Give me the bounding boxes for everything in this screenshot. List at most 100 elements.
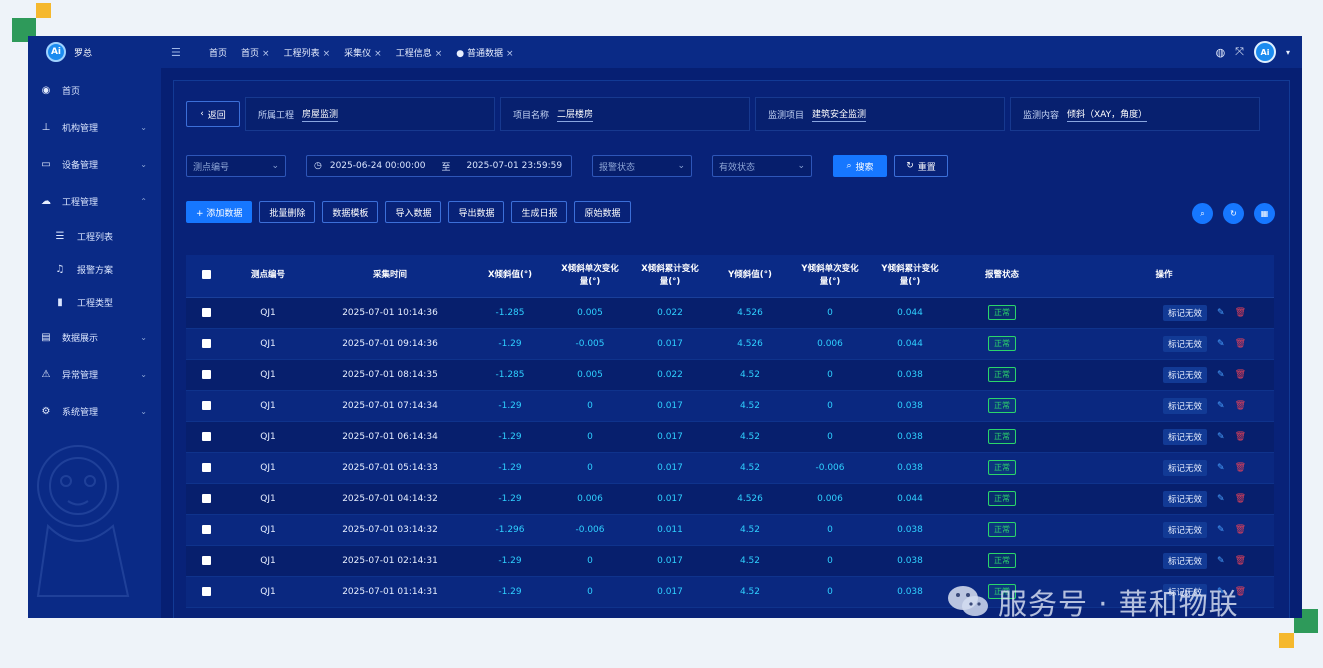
sidebar-item-org[interactable]: ⊥ 机构管理 ⌄ (28, 109, 161, 146)
edit-icon[interactable]: ✎ (1217, 370, 1225, 380)
sidebar-subitem-project-type[interactable]: ▮ 工程类型 (28, 286, 161, 319)
tab-normal-data[interactable]: ● 普通数据 × (456, 46, 513, 59)
warning-icon: ⚠ (41, 369, 51, 380)
close-icon[interactable]: × (435, 49, 443, 59)
cell-y-single: 0 (790, 297, 870, 329)
cell-time: 2025-07-01 09:14:36 (310, 328, 470, 360)
mark-invalid-button[interactable]: 标记无效 (1163, 552, 1208, 569)
cell-y-single: 0 (790, 576, 870, 608)
edit-icon[interactable]: ✎ (1217, 339, 1225, 349)
row-checkbox[interactable] (201, 586, 211, 596)
edit-icon[interactable]: ✎ (1217, 432, 1225, 442)
list-icon: ☰ (55, 231, 65, 242)
end-date[interactable]: 2025-07-01 23:59:59 (466, 161, 562, 171)
delete-icon[interactable]: 🗑 (1235, 556, 1246, 566)
cell-y-single: -0.006 (790, 452, 870, 484)
delete-icon[interactable]: 🗑 (1235, 463, 1246, 473)
add-data-button[interactable]: + 添加数据 (186, 201, 253, 223)
close-icon[interactable]: × (323, 49, 331, 59)
tab-home-2[interactable]: 首页 × (241, 46, 270, 59)
mark-invalid-button[interactable]: 标记无效 (1163, 304, 1208, 321)
info-key: 所属工程 (258, 110, 295, 121)
mark-invalid-button[interactable]: 标记无效 (1163, 521, 1208, 538)
edit-icon[interactable]: ✎ (1217, 463, 1225, 473)
cell-x-total: 0.017 (630, 483, 710, 515)
edit-icon[interactable]: ✎ (1217, 401, 1225, 411)
row-checkbox[interactable] (201, 307, 211, 317)
sidebar-item-exception[interactable]: ⚠ 异常管理 ⌄ (28, 356, 161, 393)
mark-invalid-button[interactable]: 标记无效 (1163, 428, 1208, 445)
back-button[interactable]: ‹ 返回 (186, 101, 240, 127)
watermark-text: 服务号 · 華和物联 (998, 587, 1239, 618)
sidebar-item-data-display[interactable]: ▤ 数据展示 ⌄ (28, 319, 161, 356)
batch-delete-button[interactable]: 批量删除 (259, 201, 316, 223)
sidebar-item-project[interactable]: ☁ 工程管理 ⌃ (28, 183, 161, 220)
sidebar-item-system[interactable]: ⚙ 系统管理 ⌄ (28, 393, 161, 430)
mark-invalid-button[interactable]: 标记无效 (1163, 366, 1208, 383)
edit-icon[interactable]: ✎ (1217, 525, 1225, 535)
tab-project-info[interactable]: 工程信息 × (396, 46, 443, 59)
sidebar-subitem-project-list[interactable]: ☰ 工程列表 (28, 220, 161, 253)
cell-x-total: 0.017 (630, 545, 710, 577)
select-all-checkbox[interactable] (201, 270, 211, 280)
edit-icon[interactable]: ✎ (1217, 494, 1225, 504)
close-icon[interactable]: × (506, 49, 514, 59)
data-template-button[interactable]: 数据模板 (322, 201, 379, 223)
search-button[interactable]: ⌕ 搜索 (833, 155, 887, 177)
alarm-status-select[interactable]: 报警状态 ⌄ (592, 155, 692, 177)
raw-data-button[interactable]: 原始数据 (574, 201, 631, 223)
delete-icon[interactable]: 🗑 (1235, 308, 1246, 318)
delete-icon[interactable]: 🗑 (1235, 339, 1246, 349)
cell-x-total: 0.011 (630, 514, 710, 546)
cell-x-total: 0.017 (630, 421, 710, 453)
tab-label: ● 普通数据 (456, 48, 503, 59)
delete-icon[interactable]: 🗑 (1235, 494, 1246, 504)
sidebar-nav: ◉ 首页 ⊥ 机构管理 ⌄ ▭ 设备管理 ⌄ ☁ 工程管理 ⌃ ☰ 工程列表 ♫… (28, 72, 161, 430)
close-icon[interactable]: × (374, 49, 382, 59)
mark-invalid-button[interactable]: 标记无效 (1163, 335, 1208, 352)
row-checkbox[interactable] (201, 524, 211, 534)
row-checkbox[interactable] (201, 400, 211, 410)
cell-x-single: -0.005 (550, 328, 630, 360)
edit-icon[interactable]: ✎ (1217, 556, 1225, 566)
delete-icon[interactable]: 🗑 (1235, 432, 1246, 442)
sidebar-item-device[interactable]: ▭ 设备管理 ⌄ (28, 146, 161, 183)
date-range-picker[interactable]: ◷ 2025-06-24 00:00:00 至 2025-07-01 23:59… (306, 155, 572, 177)
refresh-icon[interactable]: ↻ (1223, 203, 1244, 224)
point-select[interactable]: 测点编号 ⌄ (186, 155, 286, 177)
row-checkbox[interactable] (201, 462, 211, 472)
sidebar-subitem-alarm-plan[interactable]: ♫ 报警方案 (28, 253, 161, 286)
globe-icon[interactable]: ◍ (1216, 46, 1226, 59)
row-checkbox[interactable] (201, 493, 211, 503)
tab-home[interactable]: 首页 (209, 46, 227, 59)
grid-icon[interactable]: ▦ (1254, 203, 1275, 224)
avatar[interactable]: Ai (1253, 41, 1276, 63)
row-checkbox[interactable] (201, 338, 211, 348)
row-checkbox[interactable] (201, 555, 211, 565)
delete-icon[interactable]: 🗑 (1235, 401, 1246, 411)
valid-status-select[interactable]: 有效状态 ⌄ (712, 155, 812, 177)
edit-icon[interactable]: ✎ (1217, 308, 1225, 318)
mark-invalid-button[interactable]: 标记无效 (1163, 397, 1208, 414)
sidebar-item-home[interactable]: ◉ 首页 (28, 72, 161, 109)
mark-invalid-button[interactable]: 标记无效 (1163, 490, 1208, 507)
start-date[interactable]: 2025-06-24 00:00:00 (330, 161, 426, 171)
row-checkbox[interactable] (201, 431, 211, 441)
row-checkbox[interactable] (201, 369, 211, 379)
delete-icon[interactable]: 🗑 (1235, 525, 1246, 535)
chevron-down-icon[interactable]: ▾ (1286, 48, 1290, 57)
menu-icon[interactable]: ☰ (171, 46, 183, 59)
generate-report-button[interactable]: 生成日报 (511, 201, 568, 223)
mark-invalid-button[interactable]: 标记无效 (1163, 459, 1208, 476)
tab-label: 工程信息 (395, 48, 432, 59)
fullscreen-icon[interactable]: ⤧ (1235, 45, 1244, 59)
delete-icon[interactable]: 🗑 (1235, 370, 1246, 380)
tab-project-list[interactable]: 工程列表 × (284, 46, 331, 59)
reset-button[interactable]: ↻ 重置 (894, 155, 948, 177)
tab-collector[interactable]: 采集仪 × (344, 46, 382, 59)
cell-x-single: 0 (550, 452, 630, 484)
close-icon[interactable]: × (262, 49, 270, 59)
import-data-button[interactable]: 导入数据 (385, 201, 442, 223)
search-icon[interactable]: ⌕ (1192, 203, 1213, 224)
export-data-button[interactable]: 导出数据 (448, 201, 505, 223)
